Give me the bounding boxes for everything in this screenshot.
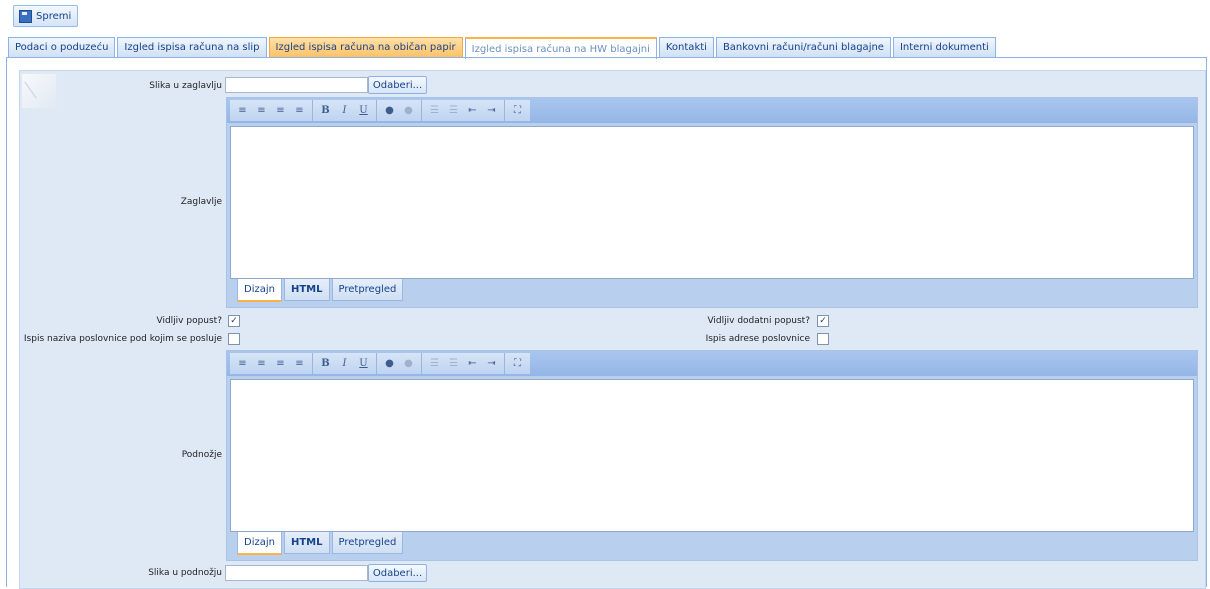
tab-company-data[interactable]: Podaci o poduzeću: [8, 37, 116, 57]
tab-internal-documents[interactable]: Interni dokumenti: [892, 37, 996, 57]
remove-link-icon[interactable]: ●: [399, 101, 418, 120]
header-image-browse-button[interactable]: Odaberi...: [368, 76, 427, 94]
align-center-icon[interactable]: ≡: [252, 354, 271, 373]
align-justify-icon[interactable]: ≡: [290, 354, 309, 373]
tab-plain-paper-layout[interactable]: Izgled ispisa računa na običan papir: [268, 37, 463, 57]
header-image-input[interactable]: [225, 77, 368, 93]
print-branch-address-checkbox[interactable]: [817, 333, 829, 345]
footer-editor: ≡ ≡ ≡ ≡ B I U ● ● ☰ ☰ ⇤ ⇥ ⛶ Dizajn HTML …: [226, 350, 1198, 561]
numbered-list-icon[interactable]: ☰: [444, 101, 463, 120]
fullscreen-icon[interactable]: ⛶: [508, 101, 527, 120]
header-label: Zaglavlje: [180, 197, 222, 207]
bullet-list-icon[interactable]: ☰: [425, 101, 444, 120]
header-editor-content[interactable]: [230, 126, 1194, 279]
save-button[interactable]: Spremi: [13, 5, 79, 27]
outdent-icon[interactable]: ⇤: [463, 101, 482, 120]
footer-image-input[interactable]: [225, 565, 368, 581]
save-icon: [19, 9, 32, 23]
align-left-icon[interactable]: ≡: [233, 101, 252, 120]
footer-editor-modes: Dizajn HTML Pretpregled: [237, 532, 405, 555]
tab-contacts[interactable]: Kontakti: [658, 37, 714, 57]
fullscreen-icon[interactable]: ⛶: [508, 354, 527, 373]
bullet-list-icon[interactable]: ☰: [425, 354, 444, 373]
insert-link-icon[interactable]: ●: [380, 354, 399, 373]
footer-editor-toolbar: ≡ ≡ ≡ ≡ B I U ● ● ☰ ☰ ⇤ ⇥ ⛶: [227, 351, 1197, 376]
align-justify-icon[interactable]: ≡: [290, 101, 309, 120]
print-branch-name-checkbox[interactable]: [228, 333, 240, 345]
tab-bank-accounts[interactable]: Bankovni računi/računi blagajne: [715, 37, 891, 57]
footer-image-label: Slika u podnožju: [148, 568, 222, 578]
footer-mode-preview[interactable]: Pretpregled: [331, 532, 404, 554]
show-discount-label: Vidljiv popust?: [156, 316, 223, 326]
show-discount-checkbox[interactable]: ✓: [228, 315, 240, 327]
insert-link-icon[interactable]: ●: [380, 101, 399, 120]
footer-label: Podnožje: [181, 450, 222, 460]
footer-image-browse-button[interactable]: Odaberi...: [368, 564, 427, 582]
header-mode-html[interactable]: HTML: [283, 279, 330, 301]
show-extra-discount-checkbox[interactable]: ✓: [817, 315, 829, 327]
remove-link-icon[interactable]: ●: [399, 354, 418, 373]
bold-button[interactable]: B: [316, 354, 335, 373]
tab-slip-layout[interactable]: Izgled ispisa računa na slip: [117, 37, 267, 57]
outdent-icon[interactable]: ⇤: [463, 354, 482, 373]
footer-editor-content[interactable]: [230, 379, 1194, 532]
italic-button[interactable]: I: [335, 101, 354, 120]
align-center-icon[interactable]: ≡: [252, 101, 271, 120]
footer-mode-design[interactable]: Dizajn: [237, 532, 282, 555]
underline-button[interactable]: U: [354, 101, 373, 120]
align-left-icon[interactable]: ≡: [233, 354, 252, 373]
print-branch-address-label: Ispis adrese poslovnice: [705, 334, 810, 344]
align-right-icon[interactable]: ≡: [271, 101, 290, 120]
image-placeholder-icon: [21, 73, 57, 109]
header-editor-toolbar: ≡ ≡ ≡ ≡ B I U ● ● ☰ ☰ ⇤ ⇥ ⛶: [227, 98, 1197, 123]
save-label: Spremi: [36, 10, 72, 22]
numbered-list-icon[interactable]: ☰: [444, 354, 463, 373]
header-editor: ≡ ≡ ≡ ≡ B I U ● ● ☰ ☰ ⇤ ⇥ ⛶ Dizajn HTML …: [226, 97, 1198, 308]
header-editor-modes: Dizajn HTML Pretpregled: [237, 279, 405, 302]
underline-button[interactable]: U: [354, 354, 373, 373]
indent-icon[interactable]: ⇥: [482, 354, 501, 373]
print-branch-name-label: Ispis naziva poslovnice pod kojim se pos…: [23, 334, 222, 344]
tab-strip: Podaci o poduzeću Izgled ispisa računa n…: [8, 37, 998, 59]
header-mode-design[interactable]: Dizajn: [237, 279, 282, 302]
header-mode-preview[interactable]: Pretpregled: [331, 279, 404, 301]
align-right-icon[interactable]: ≡: [271, 354, 290, 373]
italic-button[interactable]: I: [335, 354, 354, 373]
bold-button[interactable]: B: [316, 101, 335, 120]
header-image-label: Slika u zaglavlju: [149, 81, 222, 91]
tab-hw-register-layout[interactable]: Izgled ispisa računa na HW blagajni: [464, 37, 657, 59]
indent-icon[interactable]: ⇥: [482, 101, 501, 120]
show-extra-discount-label: Vidljiv dodatni popust?: [707, 316, 810, 326]
footer-mode-html[interactable]: HTML: [283, 532, 330, 554]
